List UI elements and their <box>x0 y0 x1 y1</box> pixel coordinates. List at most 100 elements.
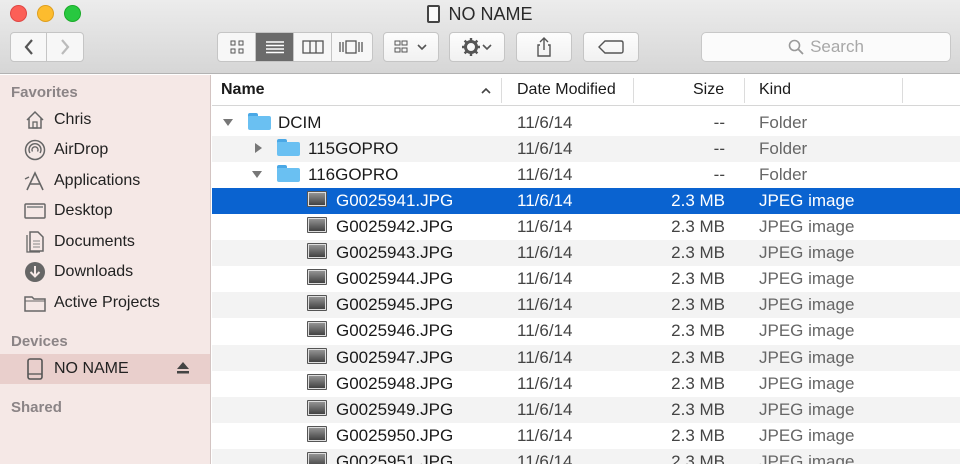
file-list: Name Date Modified Size Kind DCIM 11/6/1… <box>212 75 960 464</box>
disclosure-collapsed-icon[interactable] <box>252 142 264 154</box>
file-size: -- <box>713 165 725 184</box>
image-file-icon <box>307 191 327 207</box>
column-header-kind[interactable]: Kind <box>759 81 791 99</box>
coverflow-view-button[interactable] <box>332 33 370 61</box>
action-menu-button[interactable] <box>449 32 505 62</box>
file-kind: JPEG image <box>759 321 855 340</box>
sidebar-item-label: Documents <box>54 233 135 250</box>
forward-button[interactable] <box>47 33 83 61</box>
sidebar-item-no-name[interactable]: NO NAME <box>0 354 210 384</box>
search-field[interactable]: Search <box>701 32 951 62</box>
file-size: -- <box>713 139 725 158</box>
disclosure-expanded-icon[interactable] <box>222 116 234 128</box>
share-button[interactable] <box>516 32 572 62</box>
gear-icon <box>462 38 480 56</box>
sidebar-item-label: AirDrop <box>54 141 109 158</box>
file-size: 2.3 MB <box>671 452 725 464</box>
chevron-down-icon <box>482 44 492 51</box>
view-mode-control <box>217 32 373 62</box>
table-row[interactable]: 115GOPRO 11/6/14 -- Folder <box>212 136 960 162</box>
file-size: 2.3 MB <box>671 243 725 262</box>
table-row[interactable]: DCIM 11/6/14 -- Folder <box>212 110 960 136</box>
table-row[interactable]: G0025942.JPG 11/6/14 2.3 MB JPEG image <box>212 214 960 240</box>
image-file-icon <box>307 243 327 259</box>
file-name: G0025947.JPG <box>336 348 454 367</box>
chevron-left-icon <box>24 39 33 55</box>
column-header-name[interactable]: Name <box>221 81 265 99</box>
arrange-button[interactable] <box>383 32 439 62</box>
folder-icon <box>277 165 300 182</box>
columns-icon <box>301 40 324 54</box>
table-row[interactable]: G0025950.JPG 11/6/14 2.3 MB JPEG image <box>212 423 960 449</box>
file-name: G0025950.JPG <box>336 426 454 445</box>
table-row[interactable]: G0025948.JPG 11/6/14 2.3 MB JPEG image <box>212 371 960 397</box>
documents-icon <box>24 231 46 253</box>
file-kind: JPEG image <box>759 426 855 445</box>
nav-buttons <box>10 32 84 62</box>
chevron-right-icon <box>61 39 70 55</box>
table-row[interactable]: G0025946.JPG 11/6/14 2.3 MB JPEG image <box>212 318 960 344</box>
grid-icon <box>230 40 243 54</box>
sidebar-item-chris[interactable]: Chris <box>0 105 210 135</box>
file-date: 11/6/14 <box>517 348 573 367</box>
file-size: 2.3 MB <box>671 217 725 236</box>
table-row[interactable]: G0025943.JPG 11/6/14 2.3 MB JPEG image <box>212 240 960 266</box>
list-icon <box>265 41 284 54</box>
table-row[interactable]: G0025947.JPG 11/6/14 2.3 MB JPEG image <box>212 345 960 371</box>
file-kind: JPEG image <box>759 452 855 464</box>
table-row[interactable]: 116GOPRO 11/6/14 -- Folder <box>212 162 960 188</box>
file-kind: Folder <box>759 165 808 184</box>
image-file-icon <box>307 400 327 416</box>
file-date: 11/6/14 <box>517 243 573 262</box>
file-date: 11/6/14 <box>517 400 573 419</box>
sort-ascending-icon <box>481 87 491 94</box>
back-button[interactable] <box>11 33 48 61</box>
file-name: G0025944.JPG <box>336 269 454 288</box>
image-file-icon <box>307 452 327 464</box>
tags-button[interactable] <box>583 32 639 62</box>
applications-icon <box>24 170 46 192</box>
sidebar-item-active-projects[interactable]: Active Projects <box>0 288 210 318</box>
file-date: 11/6/14 <box>517 374 573 393</box>
file-size: 2.3 MB <box>671 374 725 393</box>
table-row[interactable]: G0025944.JPG 11/6/14 2.3 MB JPEG image <box>212 266 960 292</box>
table-row[interactable]: G0025945.JPG 11/6/14 2.3 MB JPEG image <box>212 292 960 318</box>
list-view-button[interactable] <box>256 33 294 61</box>
tag-icon <box>598 40 624 54</box>
window-title: NO NAME <box>0 4 960 25</box>
arrange-icon <box>394 40 408 53</box>
table-row[interactable]: G0025949.JPG 11/6/14 2.3 MB JPEG image <box>212 397 960 423</box>
column-header-date[interactable]: Date Modified <box>517 81 616 99</box>
drive-icon <box>427 5 441 23</box>
file-size: -- <box>713 113 725 132</box>
eject-icon[interactable] <box>176 361 190 380</box>
column-view-button[interactable] <box>294 33 332 61</box>
file-name: 116GOPRO <box>308 165 399 184</box>
sidebar-item-desktop[interactable]: Desktop <box>0 196 210 226</box>
sidebar-item-documents[interactable]: Documents <box>0 227 210 257</box>
disclosure-expanded-icon[interactable] <box>251 168 263 180</box>
file-kind: Folder <box>759 113 808 132</box>
file-size: 2.3 MB <box>671 191 725 210</box>
sidebar-item-airdrop[interactable]: AirDrop <box>0 135 210 165</box>
folder-icon <box>248 113 271 130</box>
shared-heading: Shared <box>11 399 62 416</box>
image-file-icon <box>307 217 327 233</box>
file-name: G0025949.JPG <box>336 400 454 419</box>
sidebar-item-label: NO NAME <box>54 360 129 377</box>
file-size: 2.3 MB <box>671 295 725 314</box>
devices-heading: Devices <box>11 333 68 350</box>
file-name: G0025951.JPG <box>336 452 454 464</box>
file-kind: Folder <box>759 139 808 158</box>
file-kind: JPEG image <box>759 295 855 314</box>
folder-icon <box>277 139 300 156</box>
folder-icon <box>24 292 46 314</box>
column-header-size[interactable]: Size <box>693 81 724 99</box>
sidebar-item-applications[interactable]: Applications <box>0 166 210 196</box>
table-row[interactable]: G0025951.JPG 11/6/14 2.3 MB JPEG image <box>212 449 960 464</box>
icon-view-button[interactable] <box>218 33 256 61</box>
sidebar-item-downloads[interactable]: Downloads <box>0 257 210 287</box>
table-row[interactable]: G0025941.JPG 11/6/14 2.3 MB JPEG image <box>212 188 960 214</box>
file-date: 11/6/14 <box>517 217 573 236</box>
sidebar: Favorites Chris AirDrop Applications Des… <box>0 75 211 464</box>
